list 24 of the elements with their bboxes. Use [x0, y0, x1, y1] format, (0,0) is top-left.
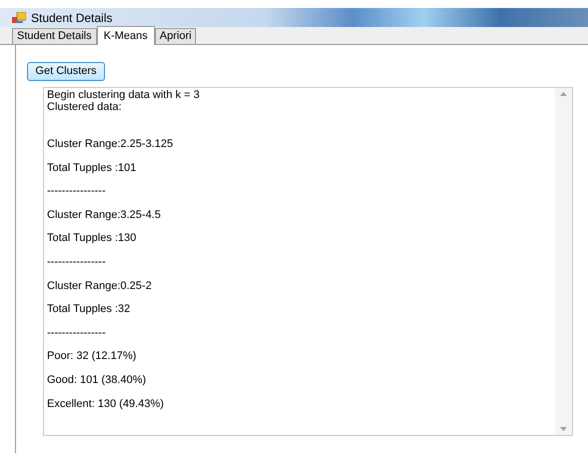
output-line: ---------------- [47, 326, 107, 341]
get-clusters-button[interactable]: Get Clusters [27, 62, 105, 81]
output-line: ---------------- [47, 185, 107, 200]
output-text-area[interactable] [43, 87, 573, 436]
window-title: Student Details [31, 10, 112, 26]
output-line: Excellent: 130 (49.43%) [47, 398, 165, 412]
output-line: Cluster Range:2.25-3.125 [47, 138, 174, 152]
app-icon [12, 12, 26, 24]
output-line: ---------------- [47, 256, 107, 270]
tab[interactable]: Apriori [154, 28, 196, 44]
scrollbar[interactable] [555, 88, 572, 435]
tab[interactable]: K-Means [96, 26, 155, 45]
tab[interactable]: Student Details [12, 28, 97, 44]
output-line: Cluster Range:3.25-4.5 [47, 208, 162, 223]
scroll-down-icon[interactable] [560, 427, 567, 431]
output-line: Clustered data: [47, 101, 123, 113]
output-line: Total Tupples :101 [47, 162, 138, 176]
output-line: Poor: 32 (12.17%) [47, 350, 138, 364]
scroll-up-icon[interactable] [560, 92, 567, 96]
output-line: Begin clustering data with k = 3 [47, 89, 201, 101]
output-line: Cluster Range:0.25-2 [47, 280, 153, 294]
output-line: Total Tupples :32 [47, 303, 132, 318]
output-line: Total Tupples :130 [47, 232, 138, 246]
output-line: Good: 101 (38.40%) [47, 374, 148, 388]
